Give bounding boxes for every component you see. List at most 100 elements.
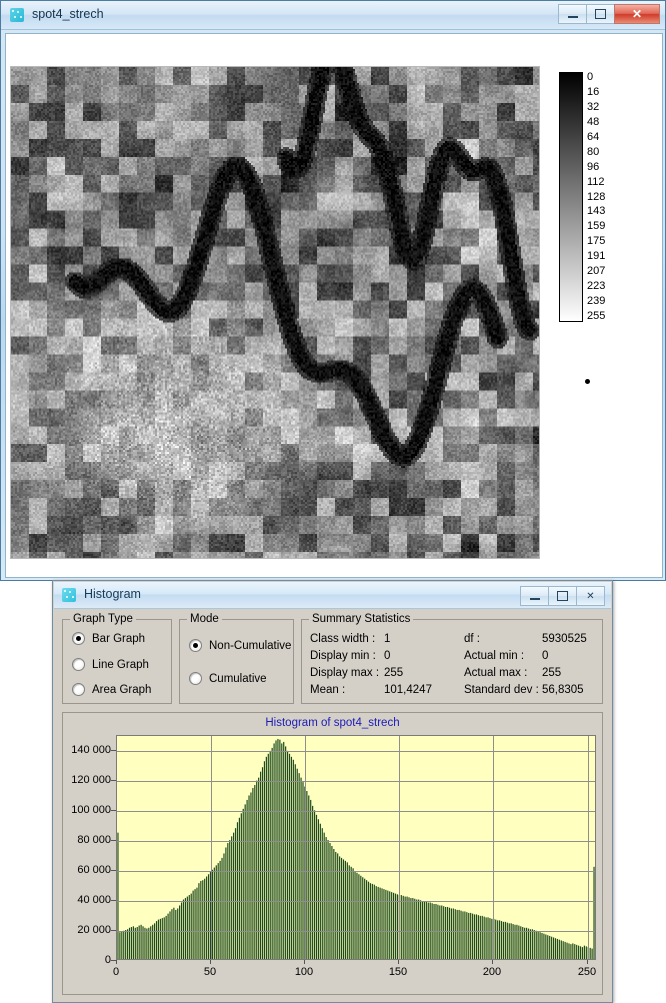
histogram-bar: [560, 940, 562, 959]
histogram-bar: [545, 934, 547, 959]
histogram-bar: [441, 905, 443, 959]
histogram-bar: [177, 908, 179, 959]
y-tick-mark: [111, 870, 116, 871]
histogram-bar: [244, 804, 246, 959]
histogram-bar: [446, 906, 449, 959]
histogram-bar: [529, 929, 532, 959]
stat-value-class-width: 1: [384, 633, 391, 645]
gridline-v: [399, 736, 400, 959]
y-tick-mark: [111, 930, 116, 931]
histogram-minimize-button[interactable]: [520, 586, 549, 606]
satellite-raster-canvas[interactable]: [11, 67, 539, 558]
histogram-bar: [572, 943, 574, 959]
histogram-bar: [371, 883, 373, 959]
histogram-bar: [348, 865, 350, 959]
histogram-bar: [566, 942, 568, 959]
histogram-bar: [581, 947, 584, 959]
histogram-bar: [344, 860, 346, 959]
histogram-bar: [306, 791, 308, 959]
raster-image-view[interactable]: [10, 66, 540, 559]
maximize-button[interactable]: [586, 4, 615, 24]
histogram-bar: [516, 924, 518, 959]
histogram-bar: [576, 944, 578, 959]
radio-indicator: [189, 672, 202, 685]
mode-legend: Mode: [187, 613, 222, 625]
histogram-bar: [564, 941, 566, 959]
gridline-v: [588, 736, 589, 959]
histogram-close-button[interactable]: ✕: [576, 586, 605, 606]
histogram-bar: [323, 832, 325, 959]
histogram-bar: [354, 871, 356, 959]
histogram-bar: [512, 924, 514, 959]
histogram-bar: [583, 945, 585, 959]
histogram-bar: [570, 944, 572, 959]
histogram-bar: [554, 938, 557, 959]
maximize-icon: [557, 591, 568, 601]
colorbar-tick-48: 48: [587, 115, 600, 128]
colorbar-legend: 0 16 32 48 64 80 96 112 128 143 159 175 191 207 223 239…: [559, 66, 629, 328]
histogram-bar: [381, 888, 383, 959]
colorbar-tick-32: 32: [587, 100, 600, 113]
histogram-bar: [269, 750, 271, 959]
main-window-titlebar[interactable]: spot4_strech ✕: [1, 1, 665, 30]
histogram-bar: [188, 895, 190, 959]
radio-bar-graph[interactable]: Bar Graph: [72, 632, 145, 645]
histogram-bar: [196, 887, 198, 959]
x-tick-mark: [492, 960, 493, 964]
radio-area-graph[interactable]: Area Graph: [72, 683, 151, 696]
close-button[interactable]: ✕: [614, 4, 660, 24]
histogram-bar: [229, 840, 231, 959]
main-window-controls: ✕: [558, 4, 660, 24]
histogram-bar: [574, 944, 576, 959]
radio-line-graph[interactable]: Line Graph: [72, 658, 149, 671]
histogram-bar: [458, 909, 460, 959]
histogram-bar: [279, 739, 281, 959]
histogram-bar: [485, 917, 487, 959]
histogram-bar: [308, 795, 310, 959]
histogram-bar: [263, 761, 266, 959]
histogram-titlebar[interactable]: Histogram ✕: [54, 582, 611, 609]
histogram-bar: [155, 921, 158, 959]
colorbar-tick-64: 64: [587, 130, 600, 143]
colorbar-tick-96: 96: [587, 160, 600, 173]
colorbar-tick-labels: 0 16 32 48 64 80 96 112 128 143 159 175 191 207 223 239…: [587, 66, 627, 328]
histogram-bar: [549, 935, 551, 959]
histogram-bar: [497, 920, 499, 959]
histogram-bar: [406, 896, 408, 959]
histogram-bar: [173, 907, 175, 959]
radio-cumulative[interactable]: Cumulative: [189, 672, 267, 685]
y-tick-label: 80 000: [77, 834, 111, 846]
histogram-bar: [169, 911, 171, 959]
histogram-bar: [527, 928, 530, 959]
histogram-bar: [452, 908, 454, 959]
x-tick-mark: [116, 960, 117, 964]
histogram-bar: [256, 780, 258, 959]
histogram-bar: [140, 924, 142, 959]
histogram-bar: [285, 746, 287, 959]
histogram-bar: [419, 900, 422, 959]
histogram-bar: [134, 927, 136, 959]
histogram-bar: [292, 759, 294, 959]
main-window-client-area: 0 16 32 48 64 80 96 112 128 143 159 175 191 207 223 239…: [5, 33, 663, 578]
gridline-h: [117, 781, 595, 782]
histogram-bar: [356, 872, 358, 959]
histogram-bar: [535, 930, 537, 959]
minimize-button[interactable]: [558, 4, 587, 24]
x-tick-mark: [304, 960, 305, 964]
stat-value-df: 5930525: [542, 633, 587, 645]
histogram-bar: [495, 919, 497, 959]
histogram-maximize-button[interactable]: [548, 586, 577, 606]
gridline-h: [117, 751, 595, 752]
chart-plot-area[interactable]: [116, 735, 596, 960]
y-tick-label: 100 000: [71, 804, 111, 816]
histogram-bar: [483, 916, 485, 959]
histogram-bar: [221, 857, 223, 959]
histogram-bar: [275, 740, 277, 959]
stat-value-mean: 101,4247: [384, 684, 432, 696]
main-window: spot4_strech ✕ 0 16 32 48 64 80 96 112 128 143 159…: [0, 0, 666, 581]
histogram-bar: [265, 756, 267, 959]
histogram-bar: [391, 892, 393, 959]
histogram-bar: [202, 880, 204, 959]
radio-label: Area Graph: [92, 683, 152, 696]
radio-non-cumulative[interactable]: Non-Cumulative: [189, 639, 291, 652]
